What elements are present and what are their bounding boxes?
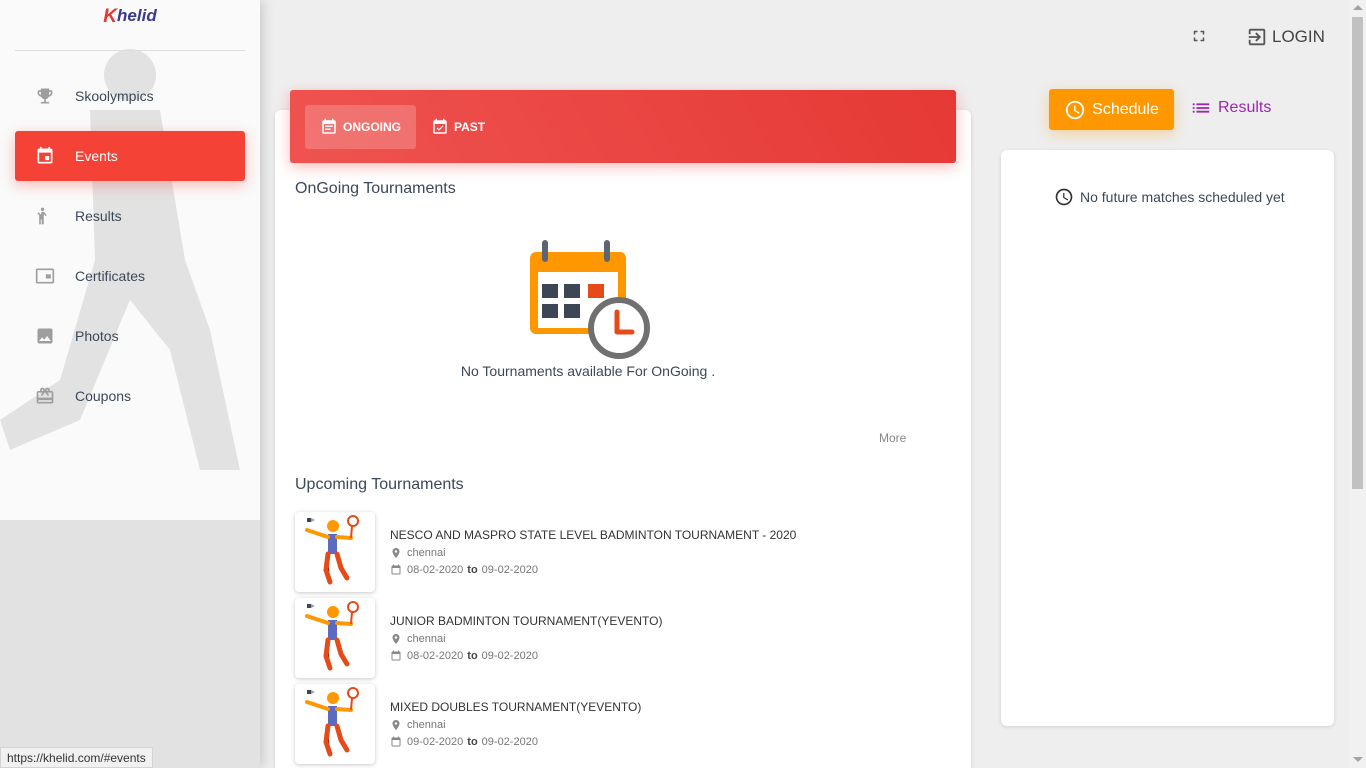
- results-label: Results: [1218, 99, 1272, 116]
- ongoing-title: OnGoing Tournaments: [295, 180, 456, 197]
- end-date: 09-02-2020: [481, 650, 538, 662]
- tournament-dates: 09-02-2020 to 09-02-2020: [390, 736, 641, 748]
- logo-text: helid: [117, 6, 157, 25]
- tournament-location: chennai: [390, 719, 641, 731]
- tournament-location: chennai: [390, 547, 796, 559]
- sidebar-item-label: Photos: [75, 328, 119, 344]
- tournament-info: NESCO AND MASPRO STATE LEVEL BADMINTON T…: [390, 512, 796, 592]
- no-matches-text: No future matches scheduled yet: [1080, 189, 1285, 205]
- sidebar-item-certificates[interactable]: Certificates: [15, 251, 245, 301]
- location-text: chennai: [407, 547, 446, 559]
- sidebar-item-photos[interactable]: Photos: [15, 311, 245, 361]
- tournament-dates: 08-02-2020 to 09-02-2020: [390, 564, 796, 576]
- clock-icon: [1065, 100, 1085, 119]
- list-item[interactable]: NESCO AND MASPRO STATE LEVEL BADMINTON T…: [295, 512, 945, 592]
- gift-icon: [35, 386, 55, 406]
- schedule-card: [1001, 150, 1334, 726]
- person-icon: [35, 206, 55, 226]
- login-button[interactable]: LOGIN: [1246, 26, 1325, 48]
- tab-ongoing[interactable]: ONGOING: [305, 104, 417, 149]
- ongoing-empty-text: No Tournaments available For OnGoing .: [460, 363, 716, 379]
- badminton-thumbnail[interactable]: [295, 512, 375, 592]
- calendar-list-icon: [322, 118, 336, 134]
- tournament-name[interactable]: NESCO AND MASPRO STATE LEVEL BADMINTON T…: [390, 528, 796, 542]
- sidebar-item-label: Skoolympics: [75, 88, 154, 104]
- calendar-check-icon: [433, 118, 447, 134]
- tab-label: ONGOING: [343, 119, 402, 134]
- list-icon: [1192, 103, 1210, 113]
- sidebar-item-coupons[interactable]: Coupons: [15, 371, 245, 421]
- badminton-player-icon: [305, 515, 359, 585]
- sidebar-item-label: Events: [75, 148, 118, 164]
- sidebar-item-skoolympics[interactable]: Skoolympics: [15, 71, 245, 121]
- trophy-icon: [35, 86, 55, 106]
- status-bar-url: https://khelid.com/#events: [0, 747, 153, 768]
- start-date: 08-02-2020: [407, 650, 464, 662]
- events-tab-header: ONGOING PAST: [290, 90, 956, 163]
- calendar-icon: [391, 564, 401, 575]
- tournament-name[interactable]: MIXED DOUBLES TOURNAMENT(YEVENTO): [390, 700, 641, 714]
- list-item[interactable]: JUNIOR BADMINTON TOURNAMENT(YEVENTO) che…: [295, 598, 945, 678]
- end-date: 09-02-2020: [481, 564, 538, 576]
- photo-icon: [35, 326, 55, 346]
- location-pin-icon: [392, 634, 400, 644]
- location-pin-icon: [392, 548, 400, 558]
- fullscreen-icon[interactable]: [1190, 27, 1208, 45]
- results-button[interactable]: Results: [1190, 97, 1271, 119]
- location-pin-icon: [392, 720, 400, 730]
- khelid-logo[interactable]: Khelid: [0, 0, 260, 50]
- badminton-player-icon: [305, 687, 359, 757]
- sidebar-item-label: Coupons: [75, 388, 132, 404]
- more-link[interactable]: More: [879, 431, 906, 445]
- location-text: chennai: [407, 633, 446, 645]
- tab-label: PAST: [454, 119, 486, 134]
- logo-k: K: [103, 6, 118, 27]
- upcoming-title: Upcoming Tournaments: [295, 476, 464, 493]
- calendar-icon: [35, 146, 55, 166]
- end-date: 09-02-2020: [481, 736, 538, 748]
- start-date: 08-02-2020: [407, 564, 464, 576]
- calendar-icon: [391, 736, 401, 747]
- tournament-location: chennai: [390, 633, 662, 645]
- to-word: to: [467, 650, 478, 662]
- no-matches-message: No future matches scheduled yet: [1054, 187, 1285, 207]
- calendar-icon: [391, 650, 401, 661]
- schedule-label: Schedule: [1092, 100, 1159, 118]
- tab-past[interactable]: PAST: [416, 105, 500, 149]
- tournament-info: JUNIOR BADMINTON TOURNAMENT(YEVENTO) che…: [390, 598, 662, 678]
- logo-divider: [15, 50, 245, 51]
- sidebar-item-label: Certificates: [75, 268, 146, 284]
- scroll-up-arrow[interactable]: [1353, 5, 1363, 10]
- to-word: to: [467, 564, 478, 576]
- sidebar-nav: Skoolympics Events Results Certificates …: [0, 71, 260, 421]
- sidebar: Khelid Skoolympics Events Results Certif: [0, 0, 260, 768]
- sidebar-item-events[interactable]: Events: [15, 131, 245, 181]
- tournament-info: MIXED DOUBLES TOURNAMENT(YEVENTO) chenna…: [390, 684, 641, 764]
- calendar-clock-icon: [530, 240, 650, 359]
- badminton-thumbnail[interactable]: [295, 598, 375, 678]
- list-item[interactable]: MIXED DOUBLES TOURNAMENT(YEVENTO) chenna…: [295, 684, 945, 764]
- login-label: LOGIN: [1272, 27, 1325, 46]
- to-word: to: [467, 736, 478, 748]
- badminton-player-icon: [305, 601, 359, 671]
- schedule-button[interactable]: Schedule: [1049, 89, 1174, 130]
- login-icon: [1248, 28, 1266, 46]
- sidebar-item-results[interactable]: Results: [15, 191, 245, 241]
- scrollbar-thumb[interactable]: [1352, 17, 1363, 489]
- sidebar-item-label: Results: [75, 208, 122, 224]
- tournament-name[interactable]: JUNIOR BADMINTON TOURNAMENT(YEVENTO): [390, 614, 662, 628]
- clock-icon: [1055, 188, 1073, 206]
- scroll-down-arrow[interactable]: [1353, 757, 1363, 762]
- certificate-icon: [35, 266, 55, 286]
- location-text: chennai: [407, 719, 446, 731]
- start-date: 09-02-2020: [407, 736, 464, 748]
- badminton-thumbnail[interactable]: [295, 684, 375, 764]
- tournament-dates: 08-02-2020 to 09-02-2020: [390, 650, 662, 662]
